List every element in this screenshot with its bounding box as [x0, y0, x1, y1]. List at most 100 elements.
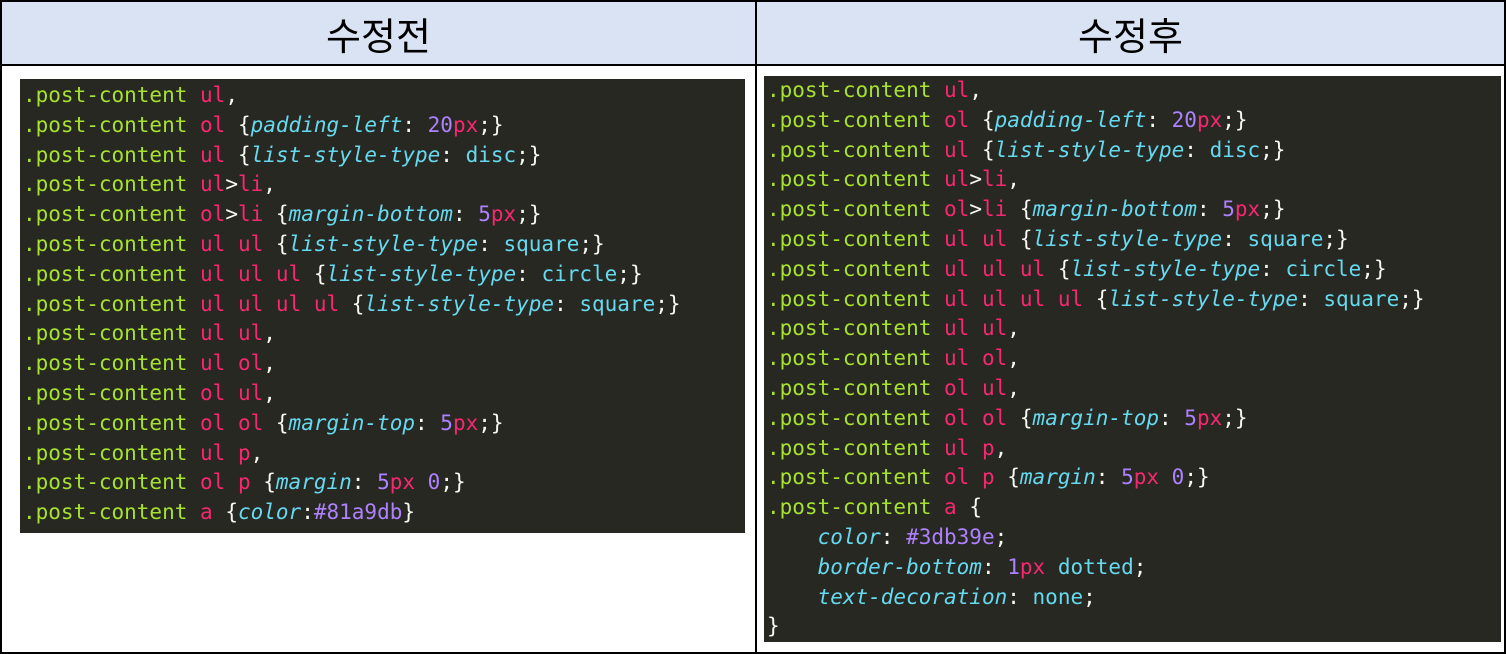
code-token: #3db39e: [906, 524, 995, 549]
code-token: square: [1247, 226, 1324, 251]
code-token: .post-content: [23, 261, 188, 286]
code-token: :: [1184, 137, 1210, 162]
code-token: list-style-type: [326, 261, 517, 286]
code-token: {: [339, 291, 365, 316]
code-token: ,: [263, 172, 276, 197]
code-line: }: [767, 612, 1501, 642]
code-token: :: [478, 231, 504, 256]
code-token: >: [969, 167, 982, 192]
code-token: list-style-type: [250, 142, 441, 167]
code-token: {: [969, 137, 995, 162]
code-token: ol p: [944, 465, 995, 490]
code-token: ,: [1007, 316, 1020, 341]
code-token: ;}: [579, 231, 605, 256]
code-token: ,: [225, 83, 238, 107]
code-token: square: [1323, 286, 1400, 311]
code-token: :: [452, 202, 479, 227]
code-line: .post-content ul,: [23, 81, 745, 111]
code-token: .post-content: [767, 495, 932, 520]
code-token: >: [969, 197, 982, 222]
code-token: ;}: [1222, 107, 1248, 132]
code-line: .post-content ul>li,: [23, 170, 745, 200]
code-token: ;}: [478, 112, 504, 137]
code-token: :: [880, 524, 907, 549]
code-token: }: [767, 614, 780, 639]
code-block-before: .post-content ul, .post-content ol {paddi…: [20, 79, 745, 533]
code-token: .post-content: [23, 500, 188, 525]
code-token: margin: [275, 470, 352, 495]
code-token: ul: [200, 83, 226, 107]
code-line: .post-content ul ul {list-style-type: sq…: [23, 230, 745, 260]
code-token: :: [1146, 107, 1172, 132]
code-token: .post-content: [767, 405, 932, 430]
code-token: 5: [1121, 465, 1134, 490]
code-line: .post-content ol ul,: [23, 379, 745, 409]
code-token: ;}: [478, 410, 504, 435]
code-token: list-style-type: [1032, 226, 1223, 251]
code-token: .post-content: [767, 107, 932, 132]
code-token: .post-content: [767, 435, 932, 460]
code-token: ;}: [1260, 137, 1286, 162]
code-token: ul: [944, 78, 970, 102]
code-token: :: [981, 554, 1008, 579]
code-token: .post-content: [23, 112, 188, 137]
code-token: ol ol: [944, 405, 1008, 430]
code-token: li: [981, 167, 1008, 192]
code-token: :: [1007, 584, 1033, 609]
code-token: ,: [1007, 346, 1020, 371]
code-token: >: [225, 202, 238, 227]
code-line: .post-content ul p,: [767, 434, 1501, 464]
code-token: :: [1260, 256, 1286, 281]
code-token: ,: [1007, 375, 1020, 400]
code-token: text-decoration: [817, 584, 1008, 609]
code-token: ul ol: [200, 351, 264, 376]
code-token: ;: [1083, 584, 1096, 609]
comparison-table: 수정전 수정후 .post-content ul, .post-content o…: [0, 0, 1506, 654]
code-token: .post-content: [767, 197, 932, 222]
code-token: ;}: [1222, 405, 1248, 430]
header-before: 수정전: [2, 2, 755, 66]
code-token: 1: [1007, 554, 1020, 579]
code-token: ol ul: [944, 375, 1008, 400]
code-token: li: [237, 202, 264, 227]
code-token: ul ol: [944, 346, 1008, 371]
code-token: circle: [1285, 256, 1362, 281]
code-token: border-bottom: [817, 554, 982, 579]
code-token: ol: [200, 112, 226, 137]
code-token: ;}: [516, 142, 542, 167]
code-token: ;}: [1323, 226, 1349, 251]
code-token: ul p: [200, 440, 251, 465]
code-token: >: [225, 172, 238, 197]
code-token: ,: [250, 440, 264, 465]
code-block-after: .post-content ul, .post-content ol {paddi…: [764, 76, 1501, 642]
code-line: .post-content ul>li,: [767, 165, 1501, 195]
code-token: ul ul ul ul: [200, 291, 340, 316]
code-token: ;}: [1361, 256, 1387, 281]
header-after: 수정후: [757, 2, 1504, 66]
code-token: .post-content: [767, 137, 932, 162]
code-token: {: [1045, 256, 1071, 281]
code-token: :: [301, 500, 314, 525]
code-token: ul: [944, 137, 970, 162]
code-token: ;}: [440, 470, 466, 495]
code-token: {: [301, 261, 327, 286]
code-token: 0: [427, 470, 441, 495]
code-token: ol: [944, 197, 970, 222]
code-token: px: [490, 202, 517, 227]
code-token: ul ul: [200, 231, 264, 256]
